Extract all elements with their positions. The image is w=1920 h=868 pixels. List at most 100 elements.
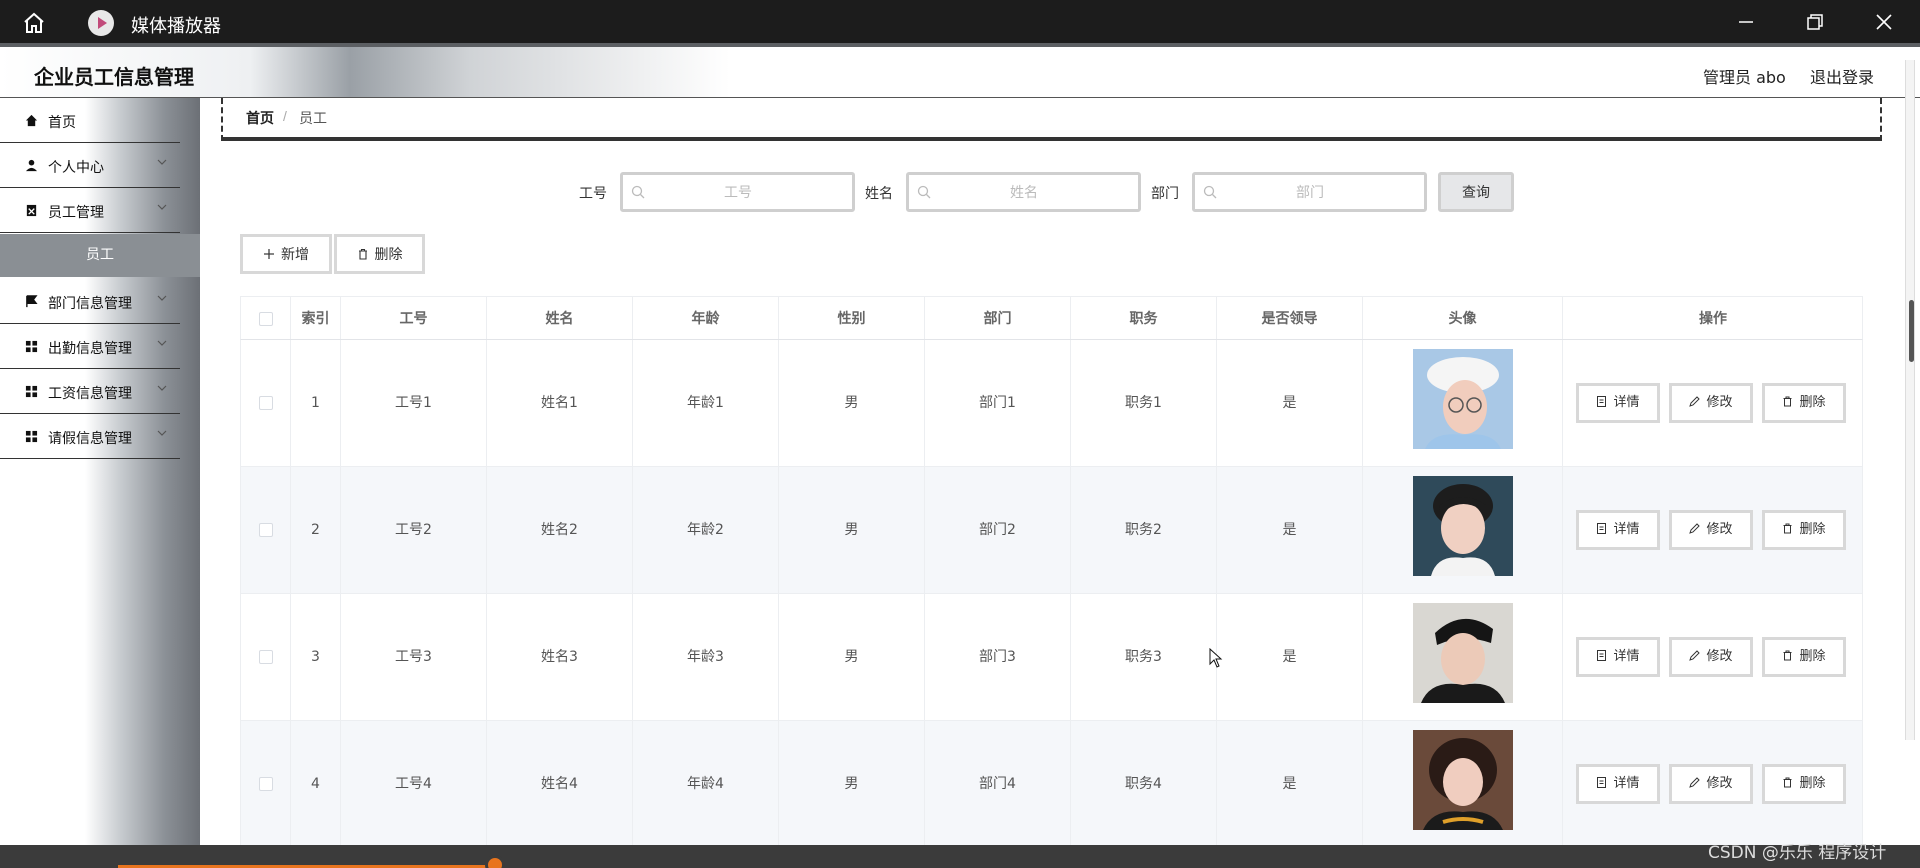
row-select-cell bbox=[241, 594, 291, 720]
detail-button[interactable]: 详情 bbox=[1576, 510, 1660, 550]
avatar bbox=[1412, 730, 1513, 830]
edit-button[interactable]: 修改 bbox=[1669, 383, 1753, 423]
sidebar-item-leave[interactable]: 请假信息管理 bbox=[0, 414, 180, 459]
department-field[interactable] bbox=[1192, 172, 1427, 212]
department-input[interactable] bbox=[1225, 181, 1395, 205]
column-header: 操作 bbox=[1699, 311, 1727, 327]
grid-icon bbox=[25, 340, 38, 353]
mouse-cursor-icon bbox=[1209, 648, 1223, 668]
table-header: 索引 工号 姓名 年龄 性别 部门 职务 是否领导 头像 操作 bbox=[240, 296, 1863, 340]
row-checkbox[interactable] bbox=[258, 777, 273, 791]
cell-employee-id: 工号2 bbox=[341, 467, 487, 593]
vertical-scrollbar[interactable] bbox=[1905, 60, 1915, 740]
avatar bbox=[1412, 476, 1513, 576]
edit-button[interactable]: 修改 bbox=[1669, 764, 1753, 804]
column-header: 索引 bbox=[291, 297, 341, 339]
chevron-down-icon bbox=[157, 430, 167, 436]
row-checkbox[interactable] bbox=[258, 523, 273, 537]
table-row: 3 工号3 姓名3 年龄3 男 部门3 职务3 是 详情 修改 删除 bbox=[240, 594, 1863, 721]
detail-button[interactable]: 详情 bbox=[1576, 764, 1660, 804]
cell-actions: 详情 修改 删除 bbox=[1563, 594, 1863, 720]
sidebar-item-attendance[interactable]: 出勤信息管理 bbox=[0, 324, 180, 369]
query-button[interactable]: 查询 bbox=[1438, 172, 1514, 212]
cell-avatar bbox=[1363, 721, 1563, 847]
edit-button[interactable]: 修改 bbox=[1669, 510, 1753, 550]
employee-id-field[interactable] bbox=[620, 172, 855, 212]
breadcrumb: 首页 / 员工 bbox=[221, 98, 1882, 141]
cell-position: 职务2 bbox=[1071, 467, 1217, 593]
select-all-checkbox[interactable] bbox=[258, 312, 273, 326]
media-player-logo-icon bbox=[88, 10, 114, 36]
sidebar-item-personal[interactable]: 个人中心 bbox=[0, 143, 180, 188]
pencil-icon bbox=[1689, 396, 1701, 407]
name-field[interactable] bbox=[906, 172, 1141, 212]
app-header: 企业员工信息管理 管理员 abo 退出登录 bbox=[0, 43, 1920, 98]
cell-actions: 详情 修改 删除 bbox=[1563, 721, 1863, 847]
sidebar-item-employee[interactable]: 员工管理 bbox=[0, 188, 180, 233]
chevron-down-icon bbox=[157, 385, 167, 391]
logout-link[interactable]: 退出登录 bbox=[1810, 64, 1874, 88]
scrollbar-thumb[interactable] bbox=[1909, 300, 1914, 362]
column-header: 姓名 bbox=[487, 297, 633, 339]
clipboard-icon bbox=[26, 204, 37, 217]
column-header: 性别 bbox=[779, 297, 925, 339]
cell-gender: 男 bbox=[779, 467, 925, 593]
detail-button-label: 详情 bbox=[1613, 649, 1640, 664]
cell-avatar bbox=[1363, 594, 1563, 720]
table-row: 4 工号4 姓名4 年龄4 男 部门4 职务4 是 详情 修改 删除 bbox=[240, 721, 1863, 848]
window-title: 媒体播放器 bbox=[131, 16, 221, 37]
edit-button[interactable]: 修改 bbox=[1669, 637, 1753, 677]
search-icon bbox=[1203, 185, 1217, 199]
restore-icon[interactable] bbox=[1805, 12, 1825, 32]
cell-age: 年龄4 bbox=[633, 721, 779, 847]
employee-id-input[interactable] bbox=[653, 181, 823, 205]
cell-name: 姓名2 bbox=[487, 467, 633, 593]
row-checkbox[interactable] bbox=[258, 396, 273, 410]
seek-handle[interactable] bbox=[485, 855, 505, 868]
plus-icon bbox=[264, 249, 274, 259]
home-icon[interactable] bbox=[22, 11, 46, 35]
detail-button[interactable]: 详情 bbox=[1576, 637, 1660, 677]
edit-button-label: 修改 bbox=[1706, 776, 1733, 791]
detail-button-label: 详情 bbox=[1613, 395, 1640, 410]
cell-avatar bbox=[1363, 467, 1563, 593]
trash-icon bbox=[358, 248, 367, 260]
pencil-icon bbox=[1689, 650, 1701, 661]
row-delete-button-label: 删除 bbox=[1799, 649, 1826, 664]
sidebar-subitem-employee[interactable]: 员工 bbox=[0, 234, 200, 277]
add-button[interactable]: 新增 bbox=[240, 234, 332, 274]
watermark: CSDN @乐乐 程序设计 bbox=[1708, 843, 1887, 863]
breadcrumb-home[interactable]: 首页 bbox=[246, 108, 274, 128]
close-icon[interactable] bbox=[1874, 12, 1894, 32]
sidebar-item-department[interactable]: 部门信息管理 bbox=[0, 279, 180, 324]
cell-index: 1 bbox=[291, 340, 341, 466]
sidebar-item-label: 员工管理 bbox=[48, 205, 104, 221]
row-delete-button[interactable]: 删除 bbox=[1762, 764, 1846, 804]
row-select-cell bbox=[241, 467, 291, 593]
minimize-icon[interactable] bbox=[1736, 12, 1756, 32]
row-delete-button[interactable]: 删除 bbox=[1762, 637, 1846, 677]
name-input[interactable] bbox=[939, 181, 1109, 205]
cell-gender: 男 bbox=[779, 594, 925, 720]
edit-button-label: 修改 bbox=[1706, 522, 1733, 537]
sidebar-item-salary[interactable]: 工资信息管理 bbox=[0, 369, 180, 414]
row-delete-button[interactable]: 删除 bbox=[1762, 510, 1846, 550]
sidebar-item-home[interactable]: 首页 bbox=[0, 98, 180, 143]
detail-button[interactable]: 详情 bbox=[1576, 383, 1660, 423]
breadcrumb-current: 员工 bbox=[299, 111, 327, 127]
cell-department: 部门2 bbox=[925, 467, 1071, 593]
employee-id-label: 工号 bbox=[579, 186, 607, 202]
delete-button[interactable]: 删除 bbox=[334, 234, 425, 274]
cell-age: 年龄1 bbox=[633, 340, 779, 466]
delete-button-label: 删除 bbox=[374, 247, 403, 263]
cell-leader: 是 bbox=[1217, 594, 1363, 720]
add-button-label: 新增 bbox=[281, 247, 309, 263]
admin-label: 管理员 abo bbox=[1703, 68, 1786, 87]
cell-leader: 是 bbox=[1217, 721, 1363, 847]
cell-employee-id: 工号3 bbox=[341, 594, 487, 720]
row-delete-button[interactable]: 删除 bbox=[1762, 383, 1846, 423]
row-checkbox[interactable] bbox=[258, 650, 273, 664]
sidebar: 首页 个人中心 员工管理 员工 部门信息管理 出勤信息管理 工资信息管理 请假信… bbox=[0, 98, 200, 868]
detail-button-label: 详情 bbox=[1613, 522, 1640, 537]
row-delete-button-label: 删除 bbox=[1799, 776, 1826, 791]
